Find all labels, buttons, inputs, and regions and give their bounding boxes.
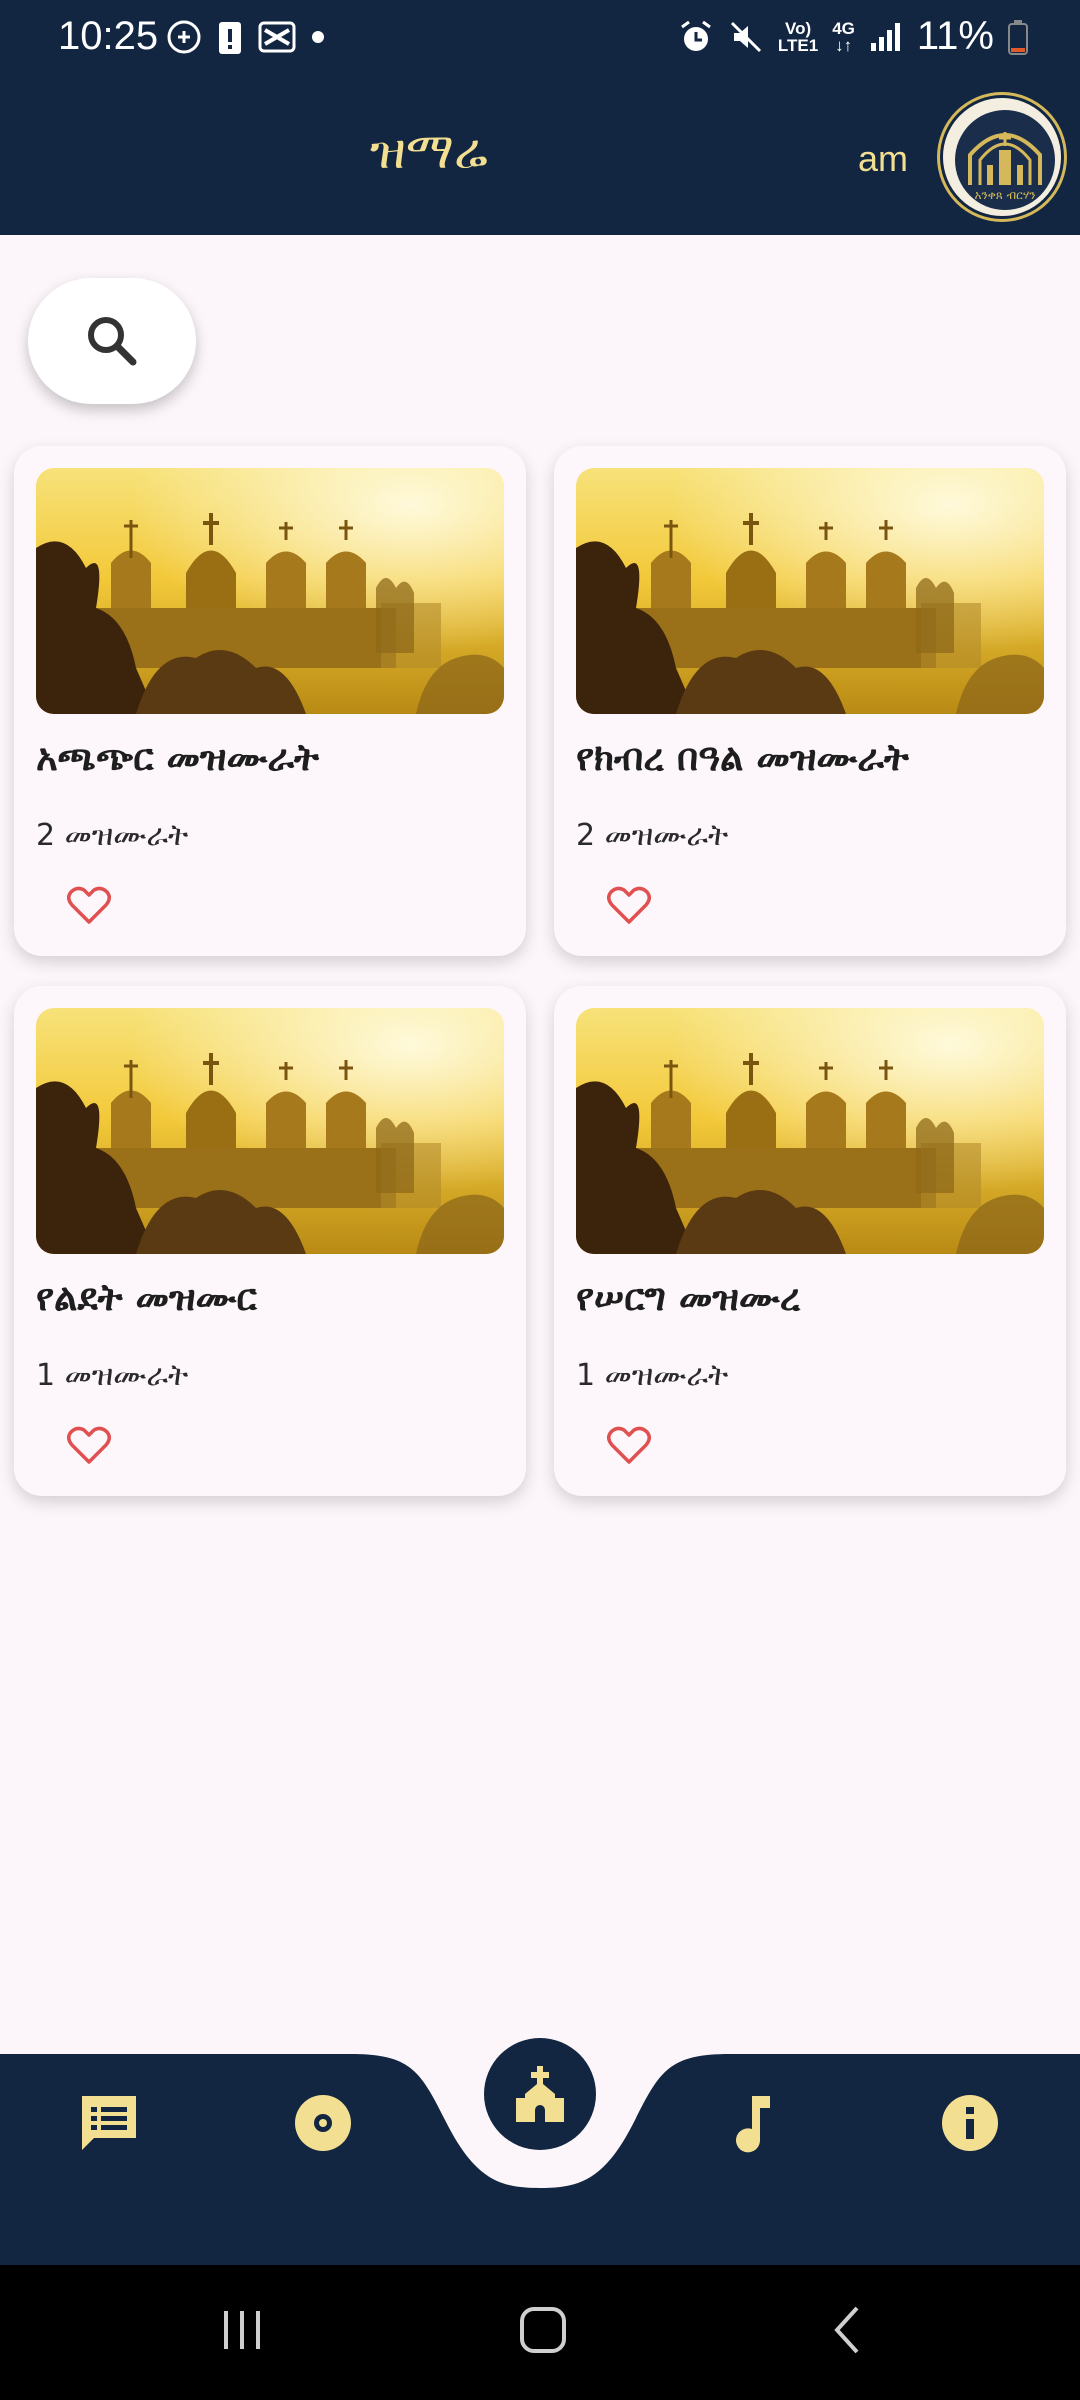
gen-label: 4G ↓↑ — [832, 18, 855, 55]
dot-icon — [312, 31, 324, 43]
alarm-icon — [681, 20, 711, 51]
church-icon — [516, 2066, 564, 2122]
logo-text: አንቀጸ ብርሃን — [974, 188, 1036, 202]
category-title: የልደት መዝሙር — [36, 1276, 257, 1319]
system-navigation-bar — [0, 2265, 1080, 2400]
favorite-heart-icon[interactable] — [66, 1424, 112, 1466]
category-title: የክብረ በዓል መዝሙራት — [576, 736, 909, 779]
category-image — [576, 468, 1044, 714]
search-button[interactable] — [28, 278, 196, 404]
back-button[interactable] — [802, 2295, 892, 2365]
capcut-icon — [258, 21, 296, 53]
info-icon — [942, 2095, 998, 2151]
status-time: 10:25 — [58, 14, 159, 58]
whatsapp-icon — [167, 20, 201, 54]
music-note-icon — [736, 2096, 770, 2153]
app-title: ዝማሬ — [370, 122, 488, 180]
battery-icon — [1008, 19, 1028, 55]
category-count: 1 መዝሙራት — [576, 1358, 729, 1393]
category-title: አጫጭር መዝሙራት — [36, 736, 319, 779]
signal-icon — [870, 22, 900, 51]
home-icon — [520, 2307, 566, 2353]
category-count: 1 መዝሙራት — [36, 1358, 189, 1393]
nav-music-tab[interactable] — [720, 2088, 790, 2158]
battery-percent: 11% — [916, 14, 994, 58]
status-right-icons: Vo) LTE1 4G ↓↑ 11% — [678, 14, 1028, 59]
search-icon — [88, 317, 137, 366]
home-button[interactable] — [498, 2295, 588, 2365]
category-card[interactable]: አጫጭር መዝሙራት 2 መዝሙራት — [14, 446, 526, 956]
favorite-heart-icon[interactable] — [66, 884, 112, 926]
network-label: Vo) LTE1 — [777, 18, 819, 55]
category-image — [36, 468, 504, 714]
recents-icon — [224, 2311, 260, 2349]
category-count: 2 መዝሙራት — [576, 818, 729, 853]
category-card[interactable]: የልደት መዝሙር 1 መዝሙራት — [14, 986, 526, 1496]
battery-alert-icon — [219, 22, 241, 54]
nav-lyrics-tab[interactable] — [74, 2088, 144, 2158]
chat-list-icon — [82, 2096, 136, 2150]
top-app-bar: 10:25 Vo) LTE1 4G ↓↑ 11% ዝማሬ am አንቀጸ ብርሃ… — [0, 0, 1080, 235]
nav-home-button[interactable] — [484, 2038, 596, 2150]
status-left-icons — [165, 18, 325, 56]
disc-icon — [295, 2095, 351, 2151]
favorite-heart-icon[interactable] — [606, 1424, 652, 1466]
back-chevron-icon — [834, 2306, 859, 2354]
app-logo[interactable]: አንቀጸ ብርሃን — [940, 95, 1064, 219]
category-title: የሠርግ መዝሙረ — [576, 1276, 801, 1319]
category-image — [36, 1008, 504, 1254]
category-card[interactable]: የክብረ በዓል መዝሙራት 2 መዝሙራት — [554, 446, 1066, 956]
recents-button[interactable] — [198, 2295, 288, 2365]
category-card[interactable]: የሠርግ መዝሙረ 1 መዝሙራት — [554, 986, 1066, 1496]
mute-icon — [730, 21, 761, 52]
favorite-heart-icon[interactable] — [606, 884, 652, 926]
category-image — [576, 1008, 1044, 1254]
category-count: 2 መዝሙራት — [36, 818, 189, 853]
nav-albums-tab[interactable] — [288, 2088, 358, 2158]
nav-info-tab[interactable] — [935, 2088, 1005, 2158]
status-bar: 10:25 Vo) LTE1 4G ↓↑ 11% — [0, 0, 1080, 80]
language-toggle[interactable]: am — [858, 138, 908, 180]
